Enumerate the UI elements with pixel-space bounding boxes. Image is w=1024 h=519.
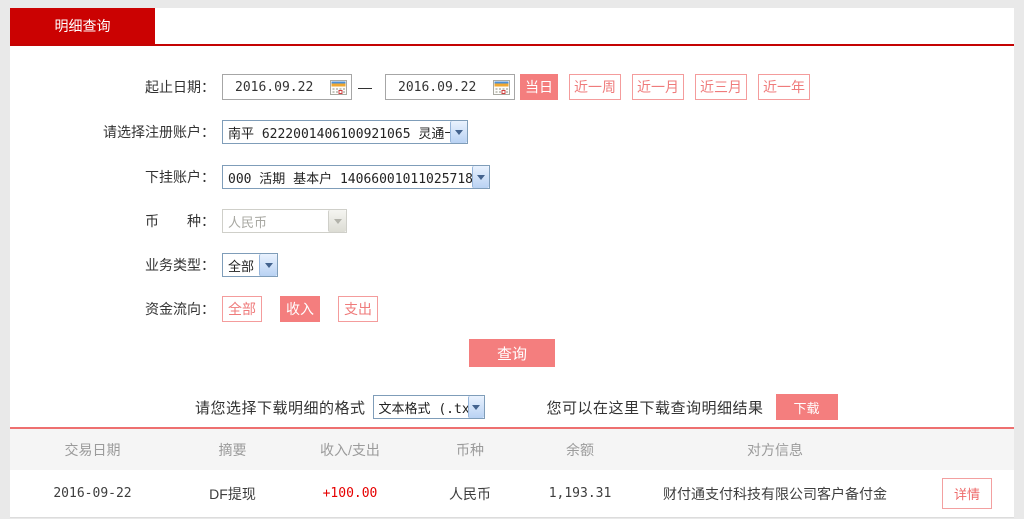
cell-trade-date: 2016-09-22 (10, 486, 175, 501)
range-three-month-button[interactable]: 近三月 (695, 74, 747, 100)
start-date-input[interactable]: 2016.09.22 (222, 74, 352, 100)
cell-actions: 详情 (920, 478, 1014, 509)
chevron-down-icon (328, 210, 346, 232)
date-range-row: 起止日期： 2016.09.22 (10, 74, 1014, 100)
table-header-row: 交易日期 摘要 收入/支出 币种 余额 对方信息 (10, 429, 1014, 470)
download-format-value: 文本格式 (.txt) (374, 398, 469, 417)
date-separator: — (358, 79, 372, 95)
fund-flow-row: 资金流向： 全部 收入 支出 (10, 296, 1014, 322)
chevron-down-icon (468, 396, 483, 418)
download-format-label: 请您选择下载明细的格式 (195, 397, 366, 418)
table-row: 2016-09-22 DF提现 +100.00 人民币 1,193.31 财付通… (10, 470, 1014, 518)
calendar-icon[interactable] (330, 80, 347, 95)
download-hint-text: 您可以在这里下载查询明细结果 (547, 397, 764, 418)
fund-flow-label: 资金流向： (10, 299, 215, 319)
register-account-label: 请选择注册账户： (10, 122, 215, 142)
sub-account-value: 000 活期 基本户 1406600101102571848 (223, 168, 472, 187)
biz-type-label: 业务类型： (10, 255, 215, 275)
cell-currency: 人民币 (410, 484, 530, 504)
currency-label: 币 种： (10, 211, 215, 231)
flow-all-button[interactable]: 全部 (222, 296, 262, 322)
register-account-value: 南平 6222001406100921065 灵通卡 (223, 123, 450, 142)
register-account-row: 请选择注册账户： 南平 6222001406100921065 灵通卡 (10, 120, 1014, 144)
chevron-down-icon (259, 254, 277, 276)
calendar-icon[interactable] (493, 80, 510, 95)
date-range-label: 起止日期： (10, 77, 215, 97)
header-currency: 币种 (410, 440, 530, 460)
cell-counterparty: 财付通支付科技有限公司客户备付金 (630, 484, 920, 504)
biz-type-value: 全部 (223, 256, 254, 275)
range-today-button[interactable]: 当日 (520, 74, 558, 100)
register-account-select[interactable]: 南平 6222001406100921065 灵通卡 (222, 120, 468, 144)
range-week-button[interactable]: 近一周 (569, 74, 621, 100)
query-row: 查询 (10, 339, 1014, 367)
biz-type-row: 业务类型： 全部 (10, 253, 1014, 277)
download-format-select[interactable]: 文本格式 (.txt) (373, 395, 485, 419)
header-trade-date: 交易日期 (10, 440, 175, 460)
header-counterparty: 对方信息 (630, 440, 920, 460)
flow-expense-button[interactable]: 支出 (338, 296, 378, 322)
header-income-expense: 收入/支出 (290, 440, 410, 460)
sub-account-select[interactable]: 000 活期 基本户 1406600101102571848 (222, 165, 490, 189)
page: 明细查询 起止日期： 2016.09.22 (0, 0, 1024, 519)
sub-account-label: 下挂账户： (10, 167, 215, 187)
download-button[interactable]: 下载 (776, 394, 838, 420)
chevron-down-icon (472, 166, 489, 188)
content-wrap: 明细查询 起止日期： 2016.09.22 (10, 8, 1014, 518)
cell-balance: 1,193.31 (530, 486, 630, 501)
end-date-input[interactable]: 2016.09.22 (385, 74, 515, 100)
tab-detail-query[interactable]: 明细查询 (10, 8, 155, 44)
currency-row: 币 种： 人民币 (10, 209, 1014, 233)
header-balance: 余额 (530, 440, 630, 460)
biz-type-select[interactable]: 全部 (222, 253, 278, 277)
start-date-value: 2016.09.22 (235, 80, 313, 95)
range-year-button[interactable]: 近一年 (758, 74, 810, 100)
end-date-value: 2016.09.22 (398, 80, 476, 95)
flow-income-button[interactable]: 收入 (280, 296, 320, 322)
query-form-panel: 起止日期： 2016.09.22 (10, 46, 1014, 427)
tab-bar: 明细查询 (10, 8, 1014, 44)
detail-button[interactable]: 详情 (942, 478, 992, 509)
range-month-button[interactable]: 近一月 (632, 74, 684, 100)
cell-summary: DF提现 (175, 484, 290, 504)
currency-value: 人民币 (223, 212, 267, 231)
query-button[interactable]: 查询 (469, 339, 555, 367)
header-summary: 摘要 (175, 440, 290, 460)
currency-select: 人民币 (222, 209, 347, 233)
sub-account-row: 下挂账户： 000 活期 基本户 1406600101102571848 (10, 165, 1014, 189)
chevron-down-icon (450, 121, 467, 143)
download-row: 请您选择下载明细的格式 文本格式 (.txt) 您可以在这里下载查询明细结果 下… (10, 394, 1014, 420)
cell-amount: +100.00 (290, 486, 410, 501)
